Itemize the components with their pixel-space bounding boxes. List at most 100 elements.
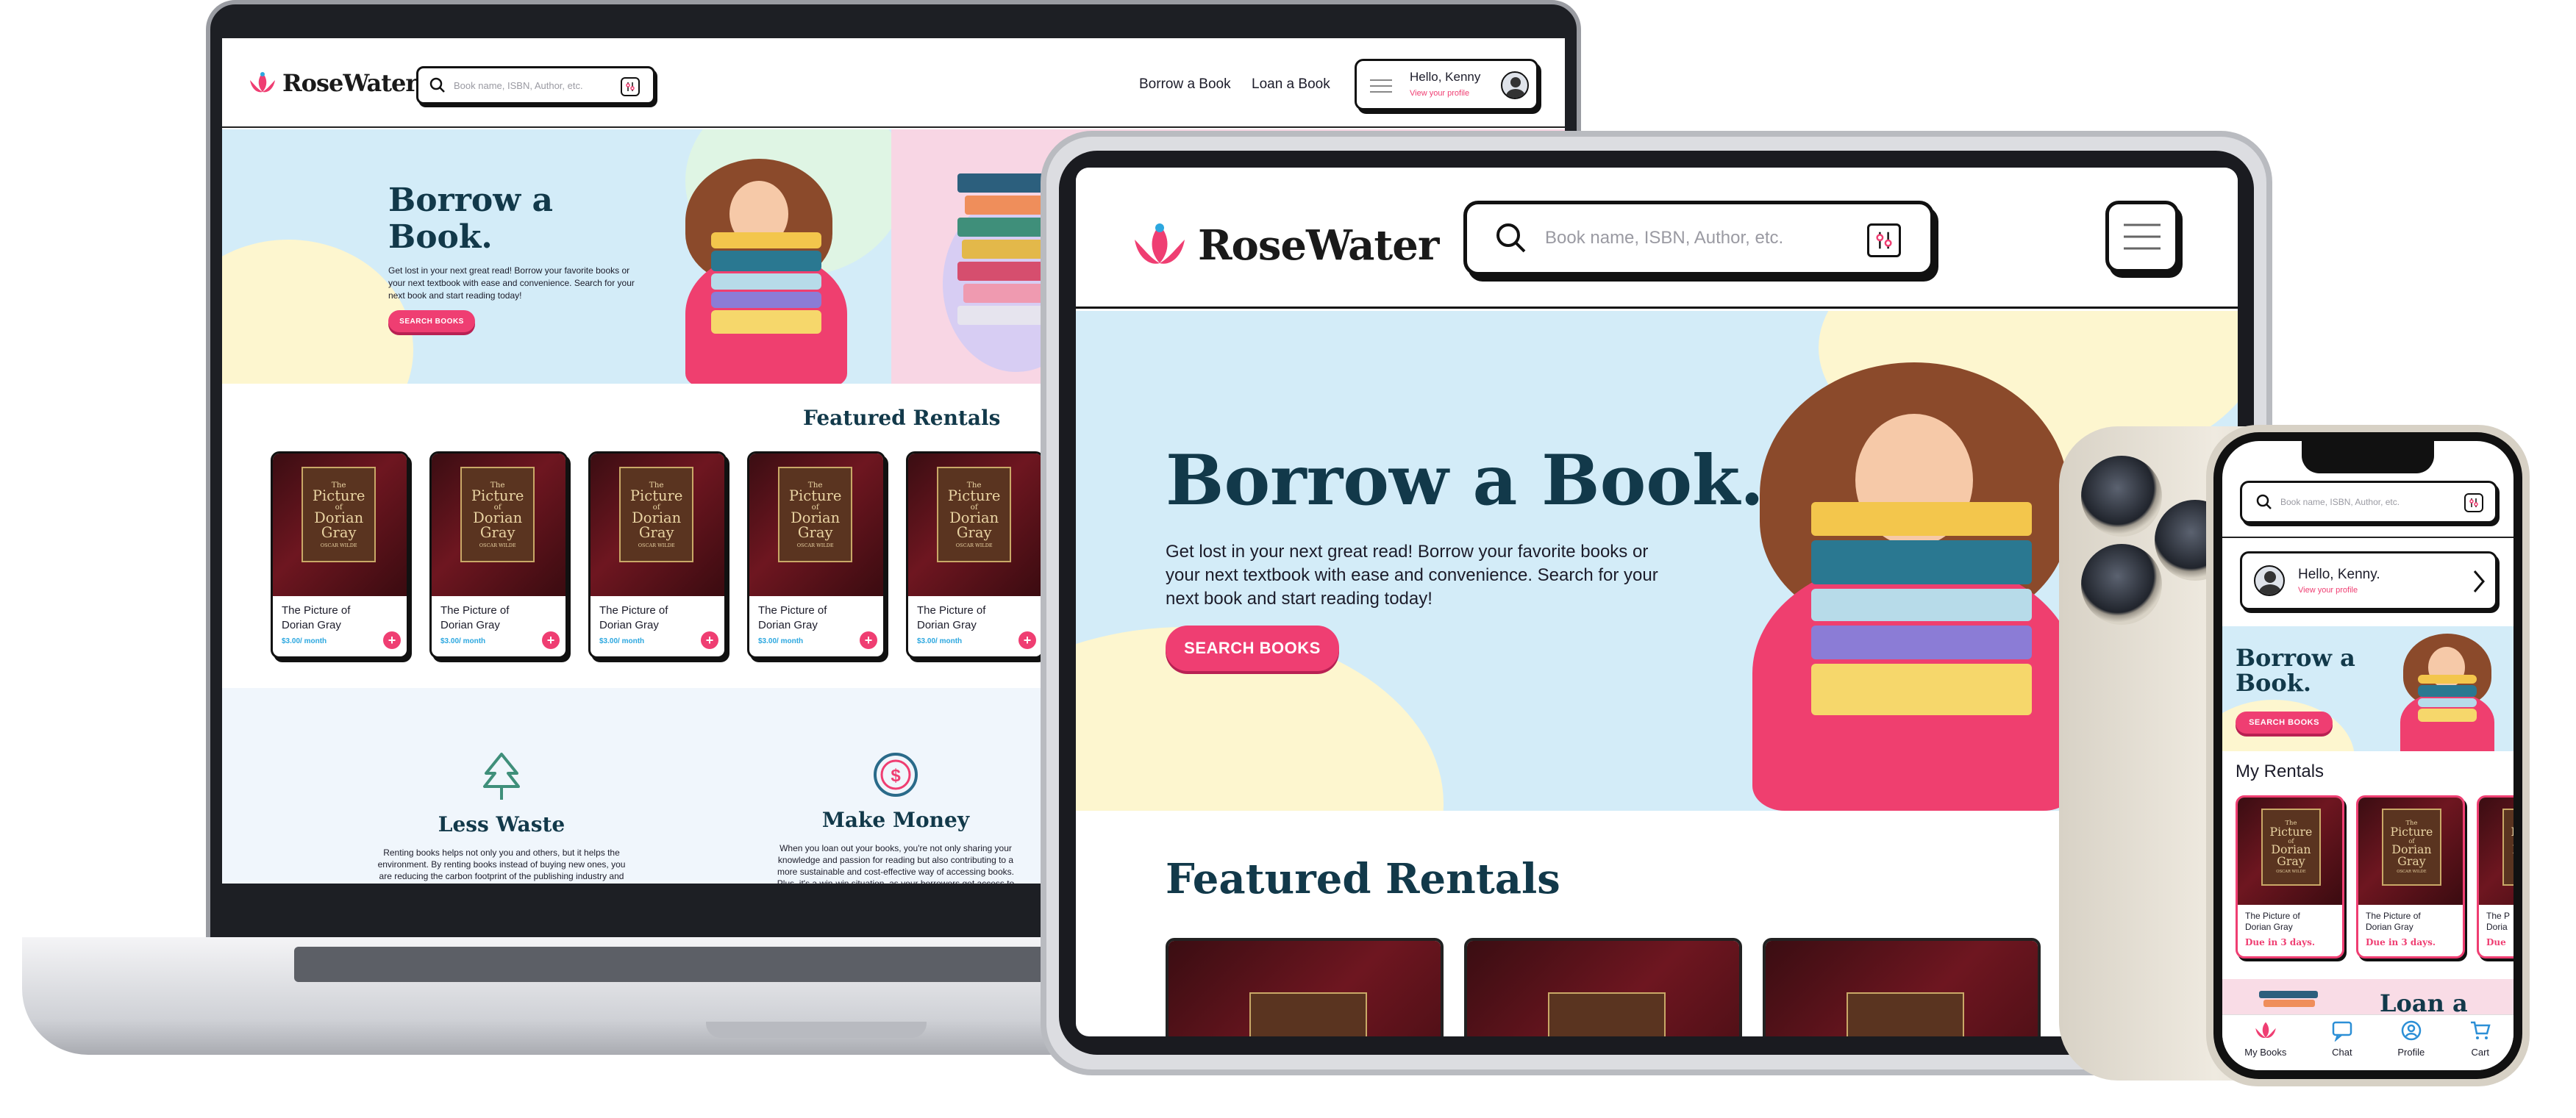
profile-icon <box>2400 1020 2422 1044</box>
search-placeholder: Book name, ISBN, Author, etc. <box>454 79 583 91</box>
card-price: $3.00/ month <box>440 637 486 645</box>
book-cover-art: The Picture of Dorian Gray OSCAR WILDE <box>2261 808 2322 886</box>
tab-my-books[interactable]: My Books <box>2244 1020 2286 1058</box>
camera-lens <box>2081 544 2162 625</box>
book-cover: The Picture of Dorian Gray OSCAR WILDE <box>2358 798 2463 905</box>
feature-body: Renting books helps not only you and oth… <box>377 848 626 884</box>
tablet-logo[interactable]: RoseWater <box>1129 219 1439 272</box>
book-cover-art: The Picture of Dorian Gray OSCAR WILDE <box>302 467 377 563</box>
profile-link[interactable]: View your profile <box>1410 89 1469 98</box>
add-icon[interactable]: + <box>860 631 877 649</box>
hero-body: Get lost in your next great read! Borrow… <box>388 265 635 301</box>
rental-card[interactable]: The Picture of Dorian Gray OSCAR WILDE T… <box>588 451 727 659</box>
tab-label: Cart <box>2471 1046 2490 1058</box>
phone-profile-card[interactable]: Hello, Kenny. View your profile <box>2240 551 2497 610</box>
profile-greeting: Hello, Kenny. <box>2298 567 2380 582</box>
rental-card[interactable]: Picture <box>1763 938 2041 1036</box>
search-icon <box>2256 494 2272 509</box>
card-price: $3.00/ month <box>758 637 804 645</box>
money-icon: $ <box>874 753 918 797</box>
my-rentals-title: My Rentals <box>2236 762 2325 781</box>
brand-name: RoseWater <box>1198 221 1439 270</box>
tab-profile[interactable]: Profile <box>2397 1020 2425 1058</box>
rental-card[interactable]: The Picture of Dorian Gray OSCAR WILDE T… <box>271 451 409 659</box>
search-placeholder: Book name, ISBN, Author, etc. <box>1545 228 1784 248</box>
book-cover: The Picture of Dorian Gray OSCAR WILDE <box>2479 798 2513 905</box>
rental-card[interactable]: The Picture of Dorian Gray OSCAR WILDE T… <box>2236 795 2344 958</box>
card-title: The P Doria <box>2486 911 2511 932</box>
add-icon[interactable]: + <box>383 631 401 649</box>
nav-borrow-link[interactable]: Borrow a Book <box>1139 76 1231 93</box>
phone-screen: Book name, ISBN, Author, etc. Hello, Ken… <box>2222 441 2513 1070</box>
card-price: $3.00/ month <box>599 637 645 645</box>
feature-less-waste: Less Waste Renting books helps not only … <box>377 751 627 884</box>
hero-body: Get lost in your next great read! Borrow… <box>1166 542 1658 609</box>
add-icon[interactable]: + <box>542 631 560 649</box>
tab-chat[interactable]: Chat <box>2331 1020 2353 1058</box>
reading-woman-illustration <box>2396 634 2499 751</box>
filter-icon[interactable] <box>2464 493 2483 512</box>
avatar <box>1501 71 1529 99</box>
profile-greeting: Hello, Kenny <box>1410 70 1481 84</box>
brand-name: RoseWater <box>282 69 418 97</box>
book-cover: The Picture of Dorian Gray OSCAR WILDE <box>908 454 1042 596</box>
search-books-button[interactable]: SEARCH BOOKS <box>2236 712 2333 734</box>
phone-tab-bar: My Books Chat Profile Cart <box>2222 1014 2513 1070</box>
filter-icon[interactable] <box>621 77 640 96</box>
hero-title: Borrow a Book. <box>388 182 553 256</box>
rental-card[interactable]: The Picture of Dorian Gray OSCAR WILDE T… <box>2356 795 2465 958</box>
laptop-search-input[interactable]: Book name, ISBN, Author, etc. <box>416 66 655 104</box>
book-cover-art: The Picture of Dorian Gray OSCAR WILDE <box>2381 808 2442 886</box>
search-books-button[interactable]: SEARCH BOOKS <box>1166 626 1339 671</box>
laptop-profile-button[interactable]: Hello, Kenny View your profile <box>1355 59 1538 110</box>
card-title: The Picture of Dorian Gray <box>282 604 351 631</box>
tablet-featured-list: Picture Picture Picture <box>1166 938 2048 1036</box>
book-cover: The Picture of Dorian Gray OSCAR WILDE <box>273 454 407 596</box>
hero-title: Borrow a Book. <box>2236 644 2355 697</box>
book-cover-art: Picture <box>1847 992 1964 1036</box>
card-title: The Picture of Dorian Gray <box>599 604 668 631</box>
tablet-search-input[interactable]: Book name, ISBN, Author, etc. <box>1463 201 1934 276</box>
lotus-icon <box>2253 1020 2278 1044</box>
rental-card[interactable]: Picture <box>1166 938 1444 1036</box>
laptop-trackpad-notch <box>706 1022 927 1038</box>
hamburger-menu-button[interactable] <box>2105 201 2179 273</box>
rental-card[interactable]: The Picture of Dorian Gray OSCAR WILDE T… <box>2477 795 2513 958</box>
search-icon <box>429 77 445 93</box>
hero-blob <box>222 240 413 384</box>
tab-cart[interactable]: Cart <box>2469 1020 2491 1058</box>
menu-icon <box>2124 223 2161 250</box>
add-icon[interactable]: + <box>1018 631 1036 649</box>
book-cover: Picture <box>1467 941 1739 1036</box>
book-cover: The Picture of Dorian Gray OSCAR WILDE <box>2238 798 2342 905</box>
tab-label: My Books <box>2244 1046 2287 1058</box>
card-title: The Picture of Dorian Gray <box>758 604 827 631</box>
tab-label: Profile <box>2397 1046 2425 1058</box>
laptop-logo[interactable]: RoseWater <box>247 69 418 97</box>
feature-title: Make Money <box>821 808 970 832</box>
tablet-header: RoseWater Book name, ISBN, Author, etc. <box>1076 168 2238 309</box>
rental-card[interactable]: The Picture of Dorian Gray OSCAR WILDE T… <box>747 451 885 659</box>
rental-card[interactable]: Picture <box>1464 938 1742 1036</box>
book-cover-art: The Picture of Dorian Gray OSCAR WILDE <box>619 467 694 563</box>
card-title: The Picture of Dorian Gray <box>2366 911 2421 932</box>
card-price: $3.00/ month <box>282 637 327 645</box>
rental-card[interactable]: The Picture of Dorian Gray OSCAR WILDE T… <box>906 451 1044 659</box>
filter-icon[interactable] <box>1867 223 1901 257</box>
camera-lens <box>2081 456 2162 537</box>
nav-loan-link[interactable]: Loan a Book <box>1252 76 1330 93</box>
featured-title: Featured Rentals <box>1166 855 1560 903</box>
profile-link[interactable]: View your profile <box>2298 586 2358 595</box>
chevron-right-icon <box>2473 570 2485 592</box>
laptop-featured-list: The Picture of Dorian Gray OSCAR WILDE T… <box>271 451 1080 664</box>
search-books-button[interactable]: SEARCH BOOKS <box>388 310 475 332</box>
book-cover: Picture <box>1766 941 2038 1036</box>
add-icon[interactable]: + <box>701 631 718 649</box>
card-due-date: Due <box>2486 937 2506 947</box>
hero-title: Borrow a Book. <box>1166 440 1764 521</box>
rental-card[interactable]: The Picture of Dorian Gray OSCAR WILDE T… <box>429 451 568 659</box>
book-cover-art: Picture <box>1249 992 1367 1036</box>
tree-icon <box>483 753 520 800</box>
chat-icon <box>2331 1020 2353 1044</box>
phone-search-input[interactable]: Book name, ISBN, Author, etc. <box>2240 481 2497 523</box>
